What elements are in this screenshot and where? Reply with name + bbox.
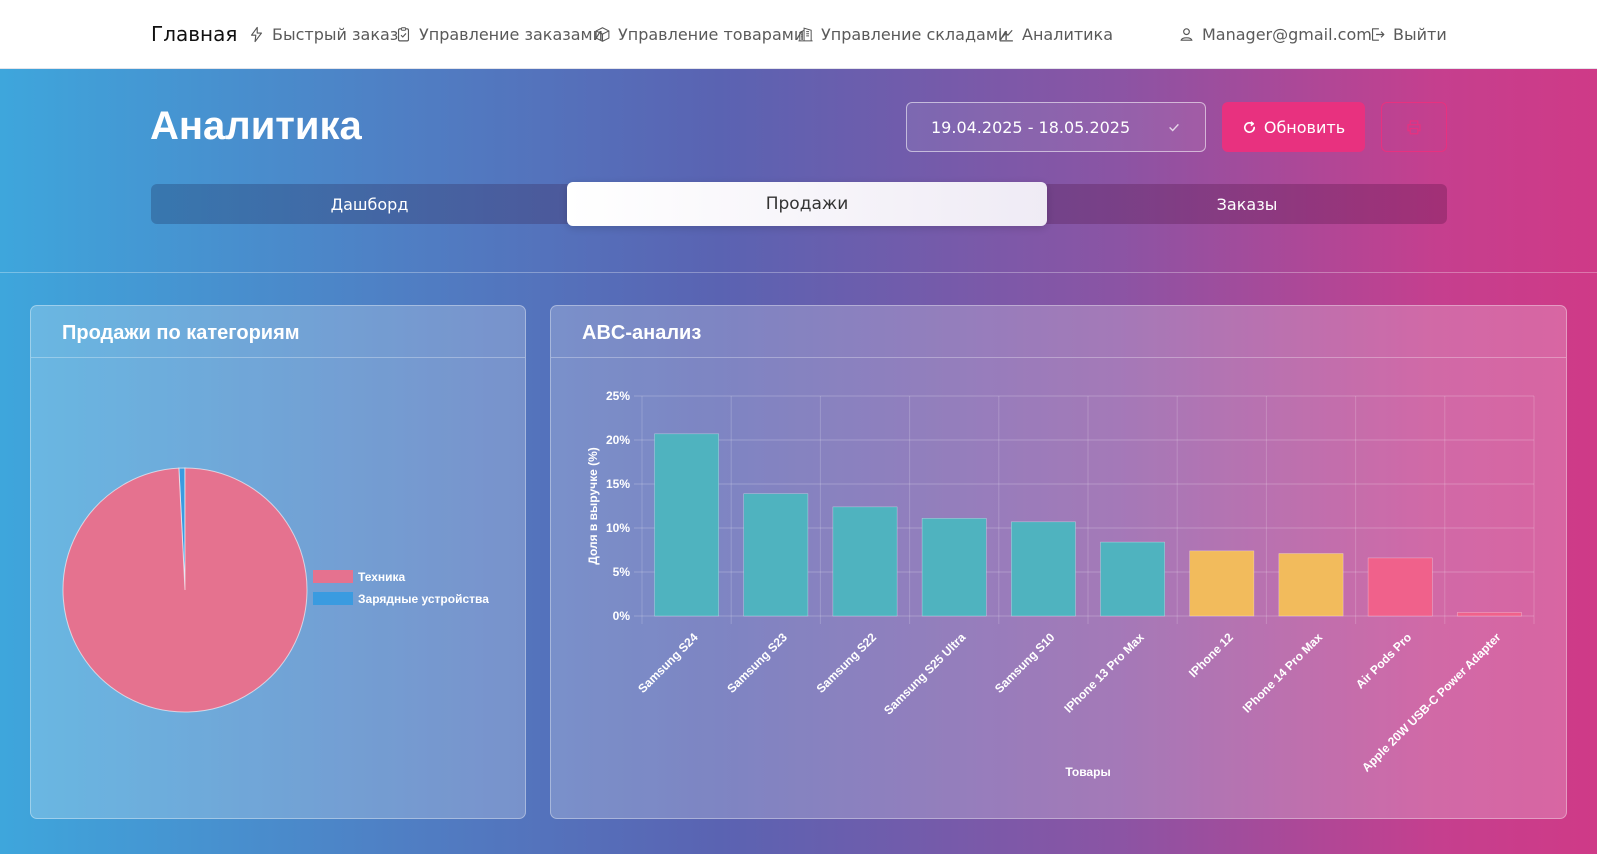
user-email: Manager@gmail.com — [1202, 24, 1372, 44]
nav-label: Аналитика — [1022, 24, 1114, 44]
y-tick-label: 25% — [606, 389, 630, 403]
building-icon — [798, 26, 813, 41]
nav-products[interactable]: Управление товарами — [594, 23, 804, 45]
nav-logout[interactable]: Выйти — [1369, 23, 1447, 45]
pie-slice — [62, 467, 308, 713]
clipboard-check-icon — [397, 26, 410, 41]
bar — [1011, 521, 1076, 617]
bar — [921, 518, 987, 617]
y-tick-label: 20% — [606, 433, 630, 447]
logout-label: Выйти — [1393, 24, 1447, 44]
bar — [743, 493, 809, 617]
tab-orders[interactable]: Заказы — [1047, 184, 1447, 224]
y-tick-label: 0% — [613, 609, 631, 623]
x-tick-label: Air Pods Pro — [1353, 630, 1414, 691]
legend-swatch — [313, 570, 353, 583]
brand-home-link[interactable]: Главная — [151, 22, 237, 46]
x-tick-label: IPhone 14 Pro Max — [1240, 630, 1326, 716]
legend-label: Зарядные устройства — [358, 592, 489, 606]
nav-label: Быстрый заказ — [272, 24, 399, 44]
user-icon — [1180, 27, 1193, 41]
sales-by-category-card: Продажи по категориям Техника Зарядные ус… — [30, 305, 526, 819]
print-button[interactable] — [1381, 102, 1447, 152]
x-tick-label: Apple 20W USB-C Power Adapter — [1359, 630, 1504, 775]
logout-icon — [1371, 27, 1385, 41]
x-tick-label: IPhone 12 — [1186, 630, 1236, 680]
nav-quick-order[interactable]: Быстрый заказ — [248, 23, 398, 45]
bar — [1457, 612, 1522, 617]
chart-line-icon — [999, 27, 1013, 41]
nav-label: Управление товарами — [618, 24, 805, 44]
x-tick-label: IPhone 13 Pro Max — [1061, 630, 1147, 716]
bar — [1278, 553, 1344, 617]
y-tick-label: 10% — [606, 521, 630, 535]
lightning-icon — [250, 26, 263, 42]
date-range-picker[interactable]: 19.04.2025 - 18.05.2025 — [906, 102, 1206, 152]
refresh-icon — [1243, 120, 1255, 133]
bar — [654, 433, 719, 617]
y-tick-label: 5% — [613, 565, 631, 579]
y-tick-label: 15% — [606, 477, 630, 491]
nav-orders[interactable]: Управление заказами — [395, 23, 603, 45]
nav-label: Управление заказами — [419, 24, 604, 44]
bar — [1100, 541, 1165, 617]
section-divider — [0, 272, 1597, 273]
check-icon — [1169, 123, 1179, 132]
x-tick-label: Samsung S24 — [635, 630, 701, 696]
page-title: Аналитика — [150, 104, 362, 148]
x-tick-label: Samsung S23 — [724, 630, 790, 696]
y-axis-title: Доля в выручке (%) — [586, 447, 600, 565]
nav-analytics[interactable]: Аналитика — [998, 23, 1113, 45]
abc-bar-chart: 0% 5% 10% 15% 20% 25% Samsung S24 Samsung S23 Sa… — [586, 389, 1535, 779]
nav-user[interactable]: Manager@gmail.com — [1178, 23, 1372, 45]
x-tick-label: Samsung S22 — [814, 630, 880, 696]
bar — [1367, 557, 1433, 617]
tab-dashboard[interactable]: Дашборд — [151, 184, 588, 224]
date-range-value: 19.04.2025 - 18.05.2025 — [931, 117, 1131, 137]
bar — [832, 506, 898, 617]
x-tick-label: Samsung S10 — [992, 630, 1058, 696]
box-icon — [595, 26, 610, 42]
top-navbar: Главная Быстрый заказ Управление заказам… — [0, 0, 1597, 69]
x-tick-label: Samsung S25 Ultra — [881, 630, 968, 717]
pie-chart: Техника Зарядные устройства — [62, 467, 489, 713]
abc-analysis-card: ABC-анализ 0% 5% 10% 15% 20% 25% Samsung S24 Sa… — [550, 305, 1567, 819]
nav-warehouses[interactable]: Управление складами — [797, 23, 1008, 45]
refresh-button[interactable]: Обновить — [1222, 102, 1365, 152]
nav-label: Управление складами — [821, 24, 1009, 44]
legend-swatch — [313, 592, 353, 605]
bar — [1189, 550, 1255, 617]
refresh-label: Обновить — [1263, 117, 1346, 137]
tab-sales[interactable]: Продажи — [567, 182, 1047, 226]
legend-label: Техника — [358, 570, 406, 584]
analytics-tabs: Дашборд Продажи Заказы — [151, 182, 1447, 226]
printer-icon — [1407, 120, 1421, 135]
x-axis-title: Товары — [1065, 765, 1110, 779]
